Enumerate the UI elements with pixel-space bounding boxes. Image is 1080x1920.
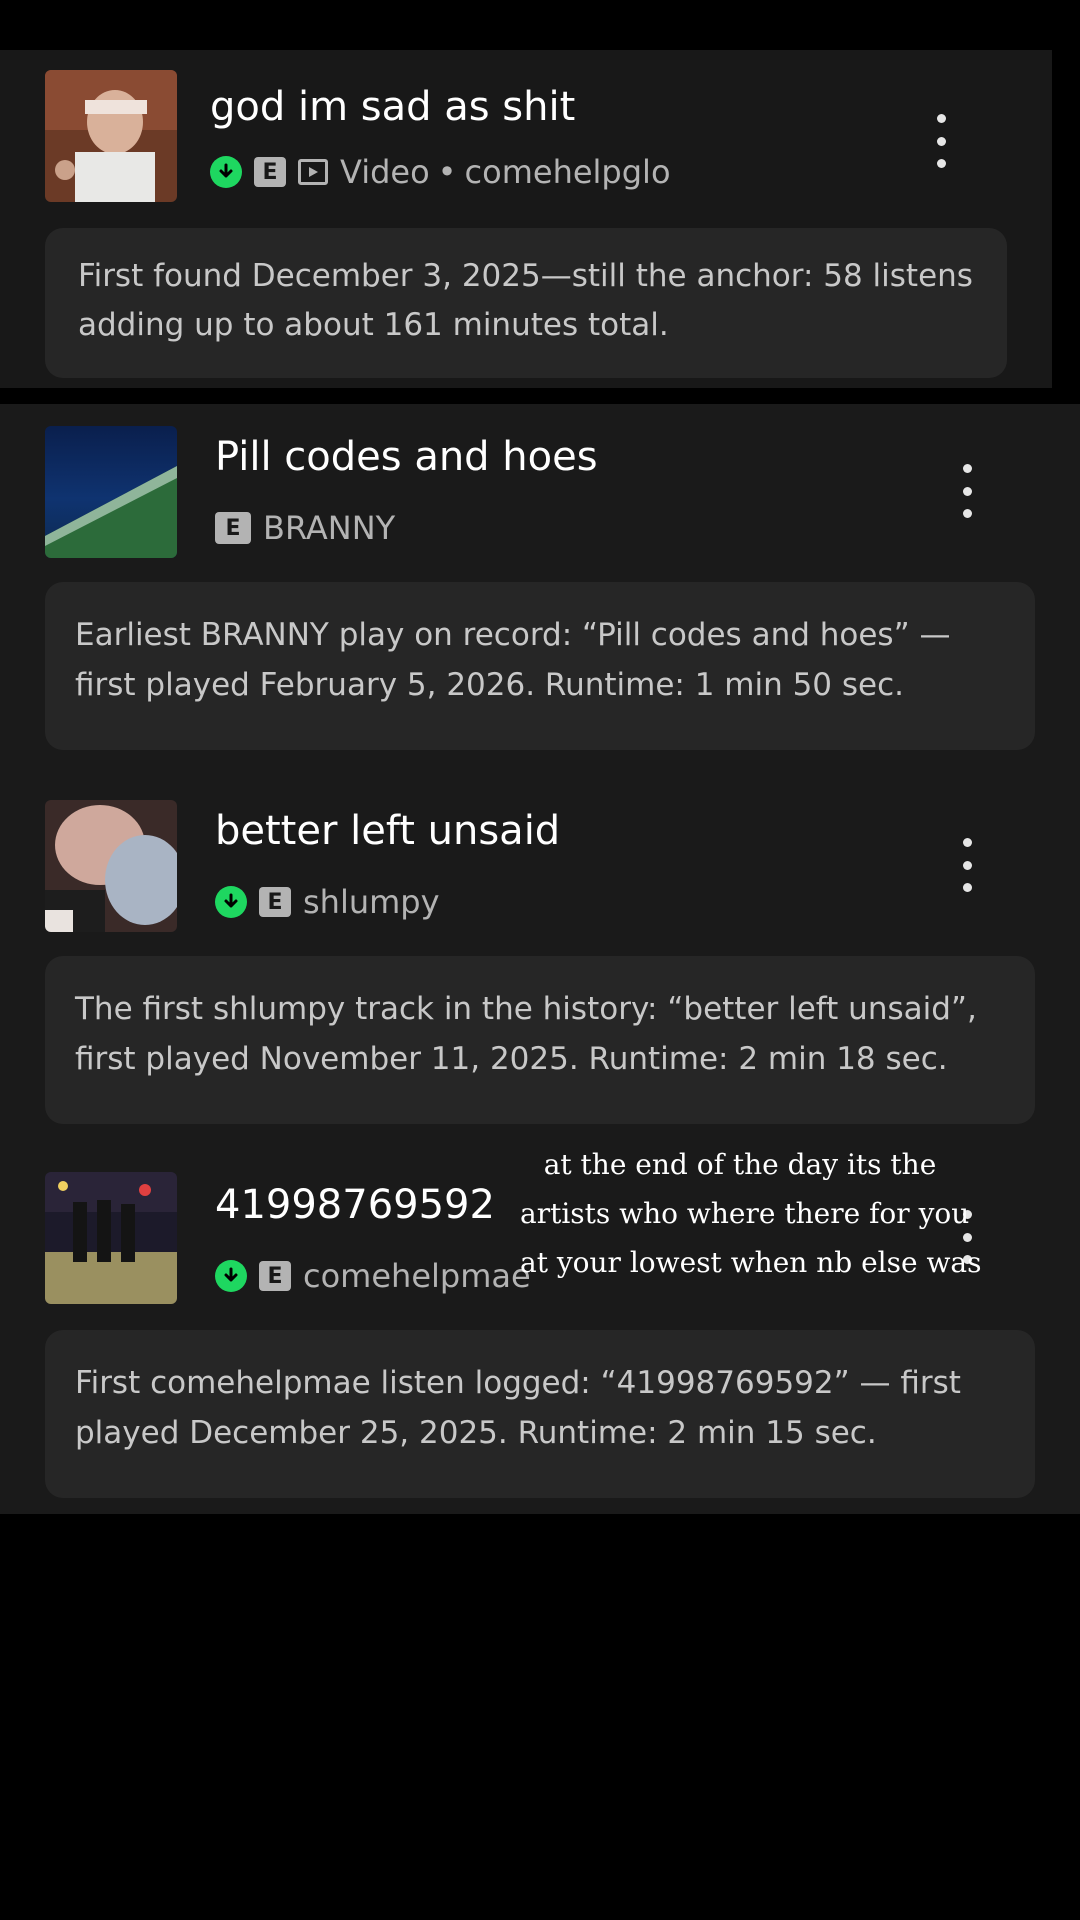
meta-separator: • bbox=[437, 153, 457, 191]
track-artist[interactable]: shlumpy bbox=[303, 883, 440, 921]
album-art-3[interactable] bbox=[45, 800, 177, 932]
more-vertical-icon[interactable] bbox=[921, 114, 961, 168]
album-art-1[interactable] bbox=[45, 70, 177, 202]
track-meta: E shlumpy bbox=[215, 882, 440, 922]
overlay-caption-line: artists who where there for you bbox=[520, 1197, 970, 1230]
track-artist[interactable]: comehelpglo bbox=[465, 153, 671, 191]
track-note-text: Earliest BRANNY play on record: “Pill co… bbox=[75, 617, 951, 703]
track-title[interactable]: god im sad as shit bbox=[210, 84, 575, 130]
track-note: First found December 3, 2025—still the a… bbox=[45, 228, 1007, 378]
more-vertical-icon[interactable] bbox=[947, 838, 987, 892]
explicit-badge-icon: E bbox=[254, 157, 286, 187]
album-art-4[interactable] bbox=[45, 1172, 177, 1304]
explicit-badge-icon: E bbox=[215, 512, 251, 544]
track-note: Earliest BRANNY play on record: “Pill co… bbox=[45, 582, 1035, 750]
download-circle-icon bbox=[210, 156, 242, 188]
track-list-panel: Pill codes and hoes E BRANNY Earliest BR… bbox=[0, 404, 1080, 1514]
explicit-badge-icon: E bbox=[259, 1261, 291, 1291]
track-note: First comehelpmae listen logged: “419987… bbox=[45, 1330, 1035, 1498]
album-art-image bbox=[45, 1172, 177, 1304]
video-icon bbox=[298, 159, 328, 185]
track-title[interactable]: 41998769592 bbox=[215, 1182, 495, 1228]
track-type-label: Video bbox=[340, 153, 430, 191]
overlay-caption-line: at the end of the day its the bbox=[543, 1148, 937, 1181]
track-artist[interactable]: comehelpmae bbox=[303, 1257, 531, 1295]
track-title[interactable]: better left unsaid bbox=[215, 808, 560, 854]
track-note-text: The first shlumpy track in the history: … bbox=[75, 991, 977, 1077]
more-vertical-icon[interactable] bbox=[947, 464, 987, 518]
track-card-1: god im sad as shit E Video • comehelpglo… bbox=[0, 50, 1052, 388]
track-meta: E BRANNY bbox=[215, 508, 395, 548]
track-note-text: First found December 3, 2025—still the a… bbox=[78, 258, 973, 343]
track-title[interactable]: Pill codes and hoes bbox=[215, 434, 598, 480]
album-art-2[interactable] bbox=[45, 426, 177, 558]
overlay-caption-line: at your lowest when nb else was bbox=[520, 1246, 982, 1279]
explicit-badge-icon: E bbox=[259, 887, 291, 917]
download-circle-icon bbox=[215, 886, 247, 918]
track-note: The first shlumpy track in the history: … bbox=[45, 956, 1035, 1124]
track-meta: E Video • comehelpglo bbox=[210, 152, 671, 192]
track-note-text: First comehelpmae listen logged: “419987… bbox=[75, 1365, 961, 1451]
album-art-image bbox=[45, 800, 177, 932]
album-art-image bbox=[45, 70, 177, 202]
overlay-caption: at the end of the day its the artists wh… bbox=[520, 1140, 982, 1287]
download-circle-icon bbox=[215, 1260, 247, 1292]
track-meta: E comehelpmae bbox=[215, 1256, 531, 1296]
track-artist[interactable]: BRANNY bbox=[263, 509, 395, 547]
album-art-image bbox=[45, 426, 177, 558]
